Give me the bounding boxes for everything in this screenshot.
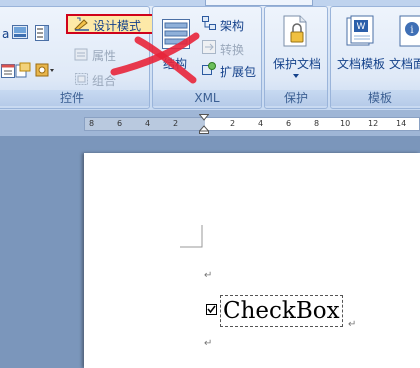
schema-icon bbox=[202, 16, 216, 30]
ruler-tick: 4 bbox=[258, 119, 264, 128]
controls-group-label: 控件 bbox=[0, 90, 149, 106]
ruler-tick: 2 bbox=[230, 119, 236, 128]
protect-document-icon bbox=[283, 15, 307, 47]
ruler-tick: 2 bbox=[173, 119, 179, 128]
chevron-down-icon[interactable] bbox=[293, 74, 299, 78]
document-page[interactable] bbox=[84, 153, 420, 368]
paragraph-mark: ↵ bbox=[204, 338, 213, 349]
svg-text:W: W bbox=[357, 22, 366, 32]
ribbon: a 设计模式 属性 组合 控件 结构 架构 转换 扩展包 XML 保护文档 保护… bbox=[0, 0, 420, 110]
checkbox-square[interactable] bbox=[206, 304, 217, 315]
templates-group-label: 模板 bbox=[331, 90, 420, 106]
margin-corner-mark bbox=[180, 225, 203, 248]
red-cross-annotation bbox=[110, 32, 200, 84]
legacy-tools-icon[interactable] bbox=[35, 62, 55, 78]
ruler-tick: 12 bbox=[368, 119, 379, 128]
ruler-tick: 6 bbox=[286, 119, 292, 128]
document-panel-button[interactable]: 文档面 bbox=[389, 55, 420, 72]
date-picker-icon[interactable] bbox=[1, 62, 15, 78]
xml-group-label: XML bbox=[153, 90, 261, 106]
templates-group: W 文档模板 i 文档面 模板 bbox=[330, 6, 420, 109]
ruler-tick: 8 bbox=[314, 119, 320, 128]
protect-group-label: 保护 bbox=[265, 90, 327, 106]
protect-document-button[interactable]: 保护文档 bbox=[273, 55, 321, 72]
document-template-button[interactable]: 文档模板 bbox=[337, 55, 385, 72]
svg-text:i: i bbox=[410, 25, 413, 36]
list-control-icon[interactable] bbox=[35, 25, 49, 41]
building-block-icon[interactable] bbox=[15, 62, 31, 78]
ruler-tick: 6 bbox=[117, 119, 123, 128]
group-icon bbox=[75, 73, 88, 85]
ruler-tick: 8 bbox=[89, 119, 95, 128]
schema-button[interactable]: 架构 bbox=[220, 17, 244, 34]
design-mode-icon bbox=[74, 17, 89, 31]
check-mark-icon bbox=[207, 305, 216, 314]
properties-icon bbox=[74, 48, 88, 61]
ruler-bar: 8 6 4 2 2 4 6 8 10 12 14 bbox=[84, 117, 420, 131]
horizontal-ruler[interactable]: 8 6 4 2 2 4 6 8 10 12 14 bbox=[0, 110, 420, 136]
indent-marker-icon[interactable] bbox=[199, 114, 209, 134]
expansion-pack-button[interactable]: 扩展包 bbox=[220, 63, 256, 80]
checkbox-label: CheckBox bbox=[220, 295, 343, 327]
ruler-tick: 4 bbox=[145, 119, 151, 128]
image-control-icon[interactable] bbox=[12, 25, 28, 39]
document-panel-icon: i bbox=[399, 15, 420, 47]
transform-button[interactable]: 转换 bbox=[220, 41, 244, 58]
ruler-tick: 14 bbox=[396, 119, 407, 128]
ruler-tick: 10 bbox=[340, 119, 351, 128]
protect-group: 保护文档 保护 bbox=[264, 6, 328, 109]
aa-text-control[interactable]: a bbox=[2, 27, 9, 41]
paragraph-mark: ↵ bbox=[204, 270, 213, 281]
paragraph-mark: ↵ bbox=[348, 319, 357, 330]
document-template-icon: W bbox=[346, 15, 374, 46]
